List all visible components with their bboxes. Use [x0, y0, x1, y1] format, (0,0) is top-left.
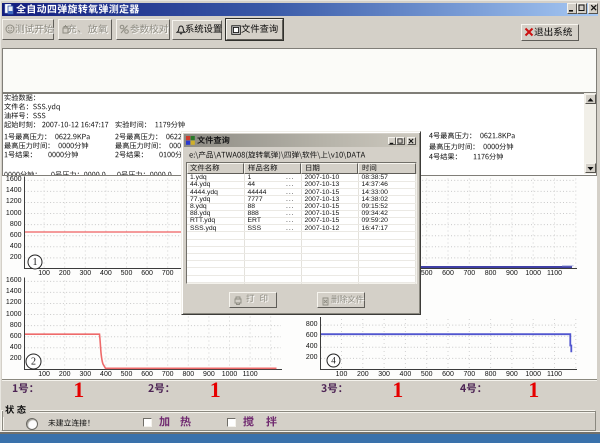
svg-text:4: 4 [331, 356, 336, 366]
svg-text:2: 2 [31, 357, 36, 368]
svg-text:1: 1 [33, 257, 38, 268]
